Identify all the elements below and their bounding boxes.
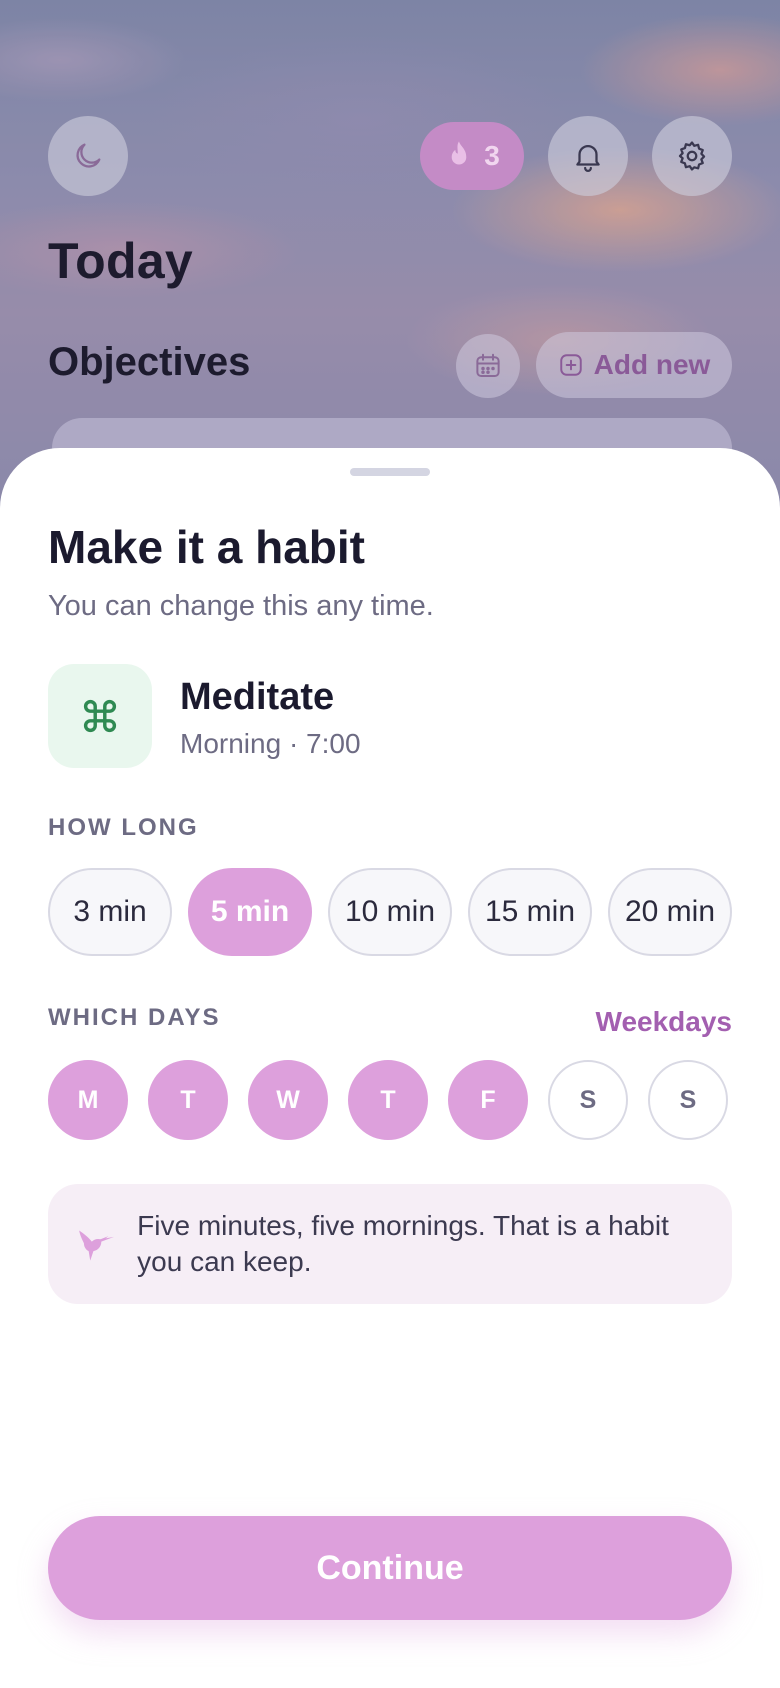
day-friday[interactable]: F (448, 1060, 528, 1140)
add-new-label: Add new (593, 349, 711, 380)
day-selector: M T W T F S S (48, 1060, 728, 1140)
flame-icon (451, 141, 467, 165)
day-saturday[interactable]: S (548, 1060, 628, 1140)
continue-label: Continue (316, 1548, 464, 1587)
habit-name: Meditate (180, 676, 335, 718)
calendar-button[interactable] (456, 334, 520, 398)
theme-toggle-button[interactable] (48, 116, 128, 196)
plus-square-icon (559, 354, 582, 376)
sheet-title: Make it a habit (48, 521, 365, 573)
streak-badge[interactable]: 3 (420, 122, 524, 190)
calendar-icon (476, 353, 500, 377)
weekdays-preset-link[interactable]: Weekdays (596, 1006, 732, 1038)
duration-options: 3 min 5 min 10 min 15 min 20 min (48, 868, 732, 956)
tip-card: Five minutes, five mornings. That is a h… (48, 1184, 732, 1304)
objectives-heading: Objectives (48, 340, 251, 384)
streak-count: 3 (484, 140, 500, 171)
habit-schedule: Morning · 7:00 (180, 728, 361, 759)
duration-option-3[interactable]: 3 min (48, 868, 172, 956)
day-monday[interactable]: M (48, 1060, 128, 1140)
bell-icon (576, 145, 600, 172)
continue-button[interactable]: Continue (48, 1516, 732, 1620)
duration-option-10[interactable]: 10 min (328, 868, 452, 956)
habit-bottom-sheet: Make it a habit You can change this any … (0, 448, 780, 1688)
habit-icon-tile (48, 664, 152, 768)
duration-option-5[interactable]: 5 min (188, 868, 312, 956)
hummingbird-icon (79, 1230, 114, 1261)
notifications-button[interactable] (548, 116, 628, 196)
how-long-label: HOW LONG (48, 814, 199, 841)
day-sunday[interactable]: S (648, 1060, 728, 1140)
duration-option-20[interactable]: 20 min (608, 868, 732, 956)
moon-icon (76, 143, 101, 168)
clover-icon (83, 699, 117, 733)
settings-button[interactable] (652, 116, 732, 196)
gear-icon (678, 141, 706, 171)
tip-text: Five minutes, five mornings. That is a h… (137, 1210, 669, 1277)
add-new-button[interactable]: Add new (536, 332, 732, 398)
day-wednesday[interactable]: W (248, 1060, 328, 1140)
which-days-label: WHICH DAYS (48, 1004, 221, 1031)
sheet-subtitle: You can change this any time. (48, 590, 434, 622)
sheet-grabber[interactable] (350, 468, 430, 476)
day-thursday[interactable]: T (348, 1060, 428, 1140)
day-tuesday[interactable]: T (148, 1060, 228, 1140)
duration-option-15[interactable]: 15 min (468, 868, 592, 956)
page-title: Today (48, 233, 194, 289)
